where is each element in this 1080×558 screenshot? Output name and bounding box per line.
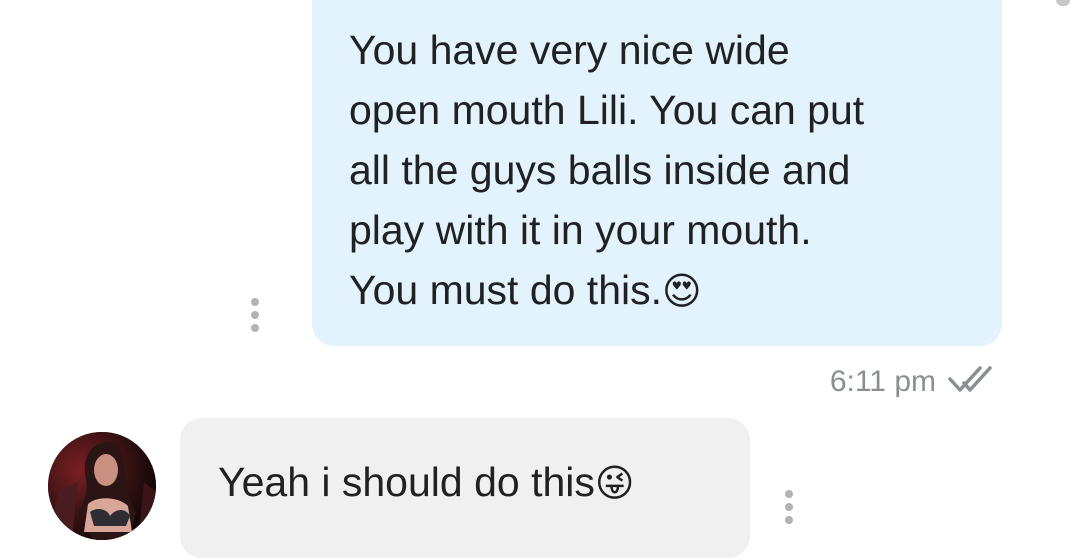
outgoing-message-text: You have very nice wide open mouth Lili.… (349, 27, 865, 313)
outgoing-message-meta: 6:11 pm (790, 362, 1000, 402)
message-timestamp: 6:11 pm (829, 365, 936, 398)
incoming-message-text: Yeah i should do this😜 (218, 459, 635, 505)
double-check-icon (948, 365, 1000, 400)
heart-eyes-emoji: 😍 (662, 269, 702, 313)
scrollbar-indicator[interactable] (1056, 0, 1070, 6)
winking-tongue-emoji: 😜 (594, 461, 635, 505)
incoming-more-options-icon[interactable] (782, 490, 796, 524)
incoming-message-bubble[interactable]: Yeah i should do this😜 (180, 418, 750, 558)
outgoing-message-bubble[interactable]: You have very nice wide open mouth Lili.… (312, 0, 1002, 346)
avatar[interactable] (48, 432, 156, 540)
outgoing-more-options-icon[interactable] (248, 298, 262, 332)
